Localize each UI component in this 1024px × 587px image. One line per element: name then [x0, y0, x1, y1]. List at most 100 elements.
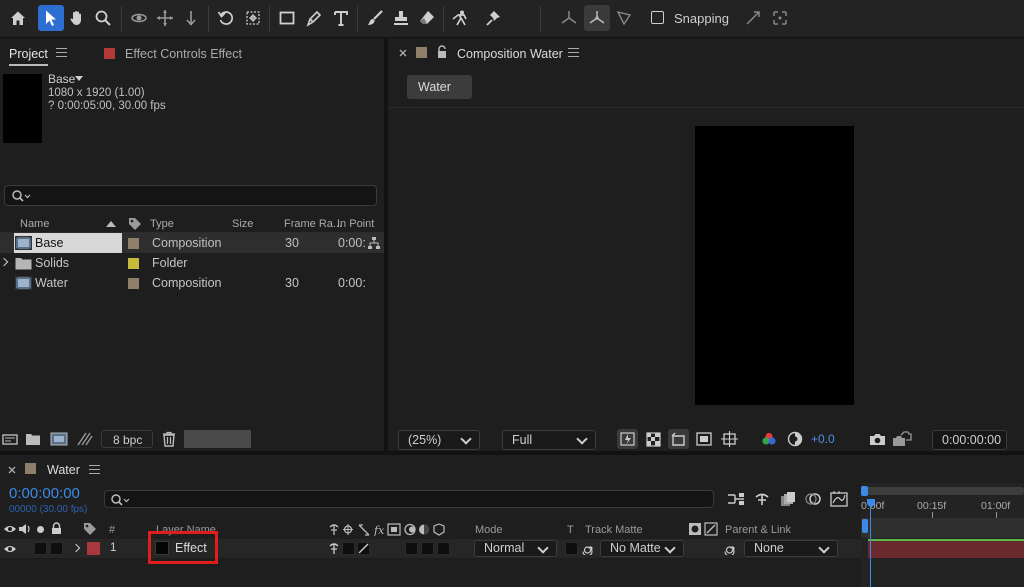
zoom-dropdown[interactable]: (25%) — [398, 430, 480, 450]
new-folder-icon[interactable] — [25, 432, 41, 446]
project-row-solids[interactable]: Solids Folder — [0, 253, 384, 273]
solo-dot-icon[interactable] — [37, 526, 44, 533]
panel-menu-icon[interactable] — [89, 465, 100, 474]
quality-switch[interactable] — [357, 542, 370, 555]
column-mode[interactable]: Mode — [475, 524, 503, 536]
current-time-display[interactable]: 0:00:00:00 — [932, 430, 1007, 450]
view-axis-icon[interactable] — [611, 5, 637, 31]
column-frame-rate[interactable]: Frame Ra... — [284, 215, 342, 233]
snap-edges-icon[interactable] — [740, 5, 766, 31]
rotate-icon[interactable] — [213, 5, 239, 31]
new-composition-icon[interactable] — [50, 432, 68, 446]
layer-duration-bar[interactable] — [868, 539, 1024, 558]
lock-toggle[interactable] — [50, 542, 63, 555]
work-area-start-handle[interactable] — [862, 519, 868, 533]
fast-preview-icon[interactable] — [617, 429, 638, 449]
flowchart-icon[interactable] — [367, 236, 381, 250]
channel-rgb-icon[interactable] — [760, 430, 778, 448]
composition-canvas[interactable] — [695, 126, 854, 405]
zoom-icon[interactable] — [90, 5, 116, 31]
pen-icon[interactable] — [301, 5, 327, 31]
solo-toggle[interactable] — [34, 542, 47, 555]
pan-behind-icon[interactable] — [152, 5, 178, 31]
composition-breadcrumb[interactable]: Water — [407, 75, 472, 99]
track-matte-dropdown[interactable]: No Matte — [600, 540, 684, 557]
column-in-point[interactable]: In Point — [337, 215, 374, 233]
roto-brush-icon[interactable] — [448, 5, 474, 31]
caret-down-icon[interactable] — [75, 76, 83, 81]
navigator-start-handle[interactable] — [861, 486, 868, 496]
column-size[interactable]: Size — [232, 215, 253, 233]
tab-effect-controls[interactable]: Effect Controls Effect — [125, 47, 242, 61]
project-settings-icon[interactable] — [76, 431, 94, 447]
video-eye-icon[interactable] — [3, 524, 17, 534]
tab-composition[interactable]: Composition Water — [457, 47, 563, 61]
label-tag-icon[interactable] — [83, 522, 97, 536]
show-snapshot-icon[interactable] — [891, 430, 913, 448]
bit-depth-button[interactable]: 8 bpc — [101, 430, 153, 448]
clone-stamp-icon[interactable] — [388, 5, 414, 31]
column-type[interactable]: Type — [150, 215, 174, 233]
anchor-icon[interactable] — [240, 5, 266, 31]
column-track-matte[interactable]: Track Matte — [585, 524, 643, 536]
guides-grid-icon[interactable] — [719, 430, 739, 448]
expand-layer-chevron-icon[interactable] — [71, 543, 81, 553]
toggle-mask-icon[interactable] — [694, 430, 714, 448]
snap-features-icon[interactable] — [767, 5, 793, 31]
project-row-water[interactable]: Water Composition 30 0:00: — [0, 273, 384, 293]
exposure-value[interactable]: +0.0 — [811, 432, 835, 446]
panel-menu-icon[interactable] — [56, 48, 67, 57]
preserve-transparency-toggle[interactable] — [565, 542, 578, 555]
composition-label-swatch[interactable] — [128, 238, 139, 249]
brush-icon[interactable] — [362, 5, 388, 31]
frame-blending-icon[interactable] — [780, 491, 796, 507]
composition-label-swatch[interactable] — [128, 278, 139, 289]
pickwhip-spiral-icon[interactable] — [582, 542, 596, 555]
region-of-interest-icon[interactable] — [668, 429, 689, 449]
panel-menu-icon[interactable] — [568, 48, 579, 57]
column-parent-link[interactable]: Parent & Link — [725, 524, 791, 536]
motion-blur-icon[interactable] — [805, 491, 821, 507]
hand-icon[interactable] — [64, 5, 90, 31]
reset-exposure-icon[interactable] — [786, 430, 804, 448]
sort-ascending-icon[interactable] — [106, 221, 116, 227]
folder-label-swatch[interactable] — [128, 258, 139, 269]
timeline-current-time[interactable]: 0:00:00:00 — [9, 485, 80, 502]
timeline-navigator-bar[interactable] — [861, 487, 1024, 495]
shy-layers-icon[interactable] — [754, 491, 770, 507]
close-icon[interactable] — [8, 466, 16, 474]
layer-label-swatch[interactable] — [87, 542, 100, 555]
3d-layer-switch[interactable] — [437, 542, 450, 555]
snapping-checkbox[interactable] — [651, 11, 664, 24]
lock-icon[interactable] — [436, 45, 448, 59]
eraser-icon[interactable] — [414, 5, 440, 31]
video-eye-icon[interactable] — [3, 544, 17, 554]
resolution-dropdown[interactable]: Full — [502, 430, 596, 450]
dolly-icon[interactable] — [178, 5, 204, 31]
puppet-pin-icon[interactable] — [481, 5, 507, 31]
collapse-switch[interactable] — [342, 542, 355, 555]
expand-chevron-icon[interactable] — [0, 257, 9, 267]
orbit-icon[interactable] — [126, 5, 152, 31]
work-area-track[interactable] — [861, 518, 1024, 538]
timeline-search-input[interactable] — [104, 490, 714, 508]
tab-timeline-water[interactable]: Water — [47, 463, 80, 477]
trash-icon[interactable] — [162, 431, 176, 447]
shy-switch-icon[interactable] — [328, 542, 340, 555]
rectangle-icon[interactable] — [274, 5, 300, 31]
selection-arrow-icon[interactable] — [38, 5, 64, 31]
column-name[interactable]: Name — [20, 215, 49, 233]
label-tag-icon[interactable] — [128, 217, 142, 231]
project-info-name[interactable]: Base — [48, 72, 75, 86]
lock-icon[interactable] — [51, 522, 62, 535]
comp-mini-flowchart-icon[interactable] — [727, 492, 745, 506]
audio-speaker-icon[interactable] — [18, 523, 32, 535]
blend-mode-dropdown[interactable]: Normal — [474, 540, 557, 557]
parent-dropdown[interactable]: None — [744, 540, 838, 557]
timeline-layer-row[interactable]: 1 Effect Normal No Matte None — [0, 531, 861, 564]
tab-project[interactable]: Project — [9, 47, 48, 66]
home-icon[interactable] — [5, 5, 31, 31]
snapshot-camera-icon[interactable] — [867, 430, 887, 448]
world-axis-icon[interactable] — [584, 5, 610, 31]
motion-blur-switch[interactable] — [421, 542, 434, 555]
